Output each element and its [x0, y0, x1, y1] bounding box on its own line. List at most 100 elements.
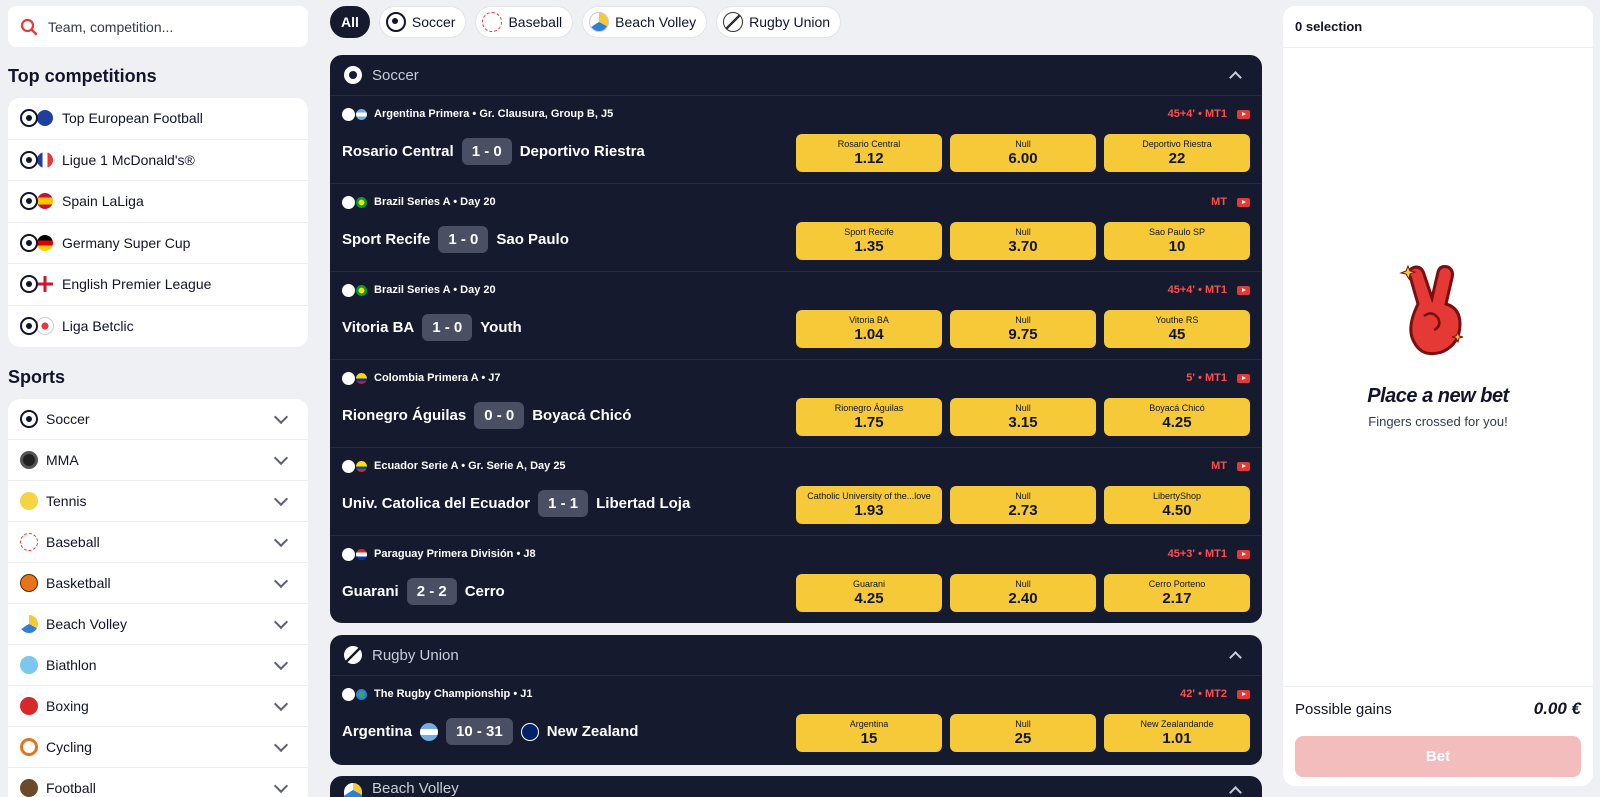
competition-name: Paraguay Primera División • J8	[374, 548, 536, 560]
search-box[interactable]	[8, 6, 308, 47]
sport-item-football[interactable]: Football	[8, 768, 308, 797]
sport-item-boxing[interactable]: Boxing	[8, 686, 308, 727]
sport-item-tennis[interactable]: Tennis	[8, 481, 308, 522]
chevron-down-icon[interactable]	[273, 532, 289, 547]
odd-button-draw[interactable]: Null 2.40	[950, 574, 1096, 612]
cycling-icon	[20, 738, 38, 756]
competition-label: English Premier League	[62, 276, 212, 293]
soccer-ball-icon	[20, 275, 38, 294]
sport-item-soccer[interactable]: Soccer	[8, 399, 308, 440]
chevron-down-icon[interactable]	[273, 696, 289, 711]
odd-button-away[interactable]: New Zealandande 1.01	[1104, 714, 1250, 752]
competition-item[interactable]: English Premier League	[8, 264, 308, 306]
spain-flag-icon	[36, 192, 54, 211]
competition-item[interactable]: Germany Super Cup	[8, 223, 308, 264]
odd-button-home[interactable]: Sport Recife 1.35	[796, 222, 942, 260]
beach-volley-section-header[interactable]: Beach Volley	[330, 776, 1262, 797]
score-badge: 0 - 0	[474, 402, 525, 429]
competition-item[interactable]: Spain LaLiga	[8, 181, 308, 223]
brazil-flag-icon	[355, 195, 368, 209]
event-row[interactable]: Argentina Primera • Gr. Clausura, Group …	[330, 96, 1262, 184]
event-row[interactable]: The Rugby Championship • J1 42' • MT2 Arg…	[330, 676, 1262, 764]
rugby-section-header[interactable]: Rugby Union	[330, 635, 1262, 676]
collapse-icon[interactable]	[1229, 651, 1242, 664]
paraguay-flag-icon	[355, 547, 368, 561]
chevron-down-icon[interactable]	[273, 409, 289, 424]
event-row[interactable]: Colombia Primera A • J7 5' • MT1 Rionegro…	[330, 360, 1262, 448]
odd-button-home[interactable]: Rionegro Águilas 1.75	[796, 398, 942, 436]
live-stream-icon[interactable]	[1237, 689, 1250, 699]
odd-button-away[interactable]: LibertyShop 4.50	[1104, 486, 1250, 524]
sport-item-mma[interactable]: MMA	[8, 440, 308, 481]
live-time: 45+4' • MT1	[1167, 108, 1227, 120]
competition-item[interactable]: Ligue 1 McDonald's®	[8, 140, 308, 181]
tennis-icon	[20, 492, 38, 510]
live-stream-icon[interactable]	[1237, 373, 1250, 383]
soccer-icon	[342, 371, 355, 385]
live-stream-icon[interactable]	[1237, 109, 1250, 119]
live-stream-icon[interactable]	[1237, 197, 1250, 207]
sport-item-biathlon[interactable]: Biathlon	[8, 645, 308, 686]
odd-button-home[interactable]: Guarani 4.25	[796, 574, 942, 612]
chevron-down-icon[interactable]	[273, 491, 289, 506]
odd-button-draw[interactable]: Null 9.75	[950, 310, 1096, 348]
odd-button-away[interactable]: Youthe RS 45	[1104, 310, 1250, 348]
odd-button-draw[interactable]: Null 2.73	[950, 486, 1096, 524]
filter-all[interactable]: All	[330, 6, 370, 38]
event-row[interactable]: Brazil Series A • Day 20 45+4' • MT1 Vito…	[330, 272, 1262, 360]
odd-button-away[interactable]: Cerro Porteno 2.17	[1104, 574, 1250, 612]
live-stream-icon[interactable]	[1237, 549, 1250, 559]
filter-beach-volley[interactable]: Beach Volley	[582, 6, 708, 38]
live-time: 45+4' • MT1	[1167, 284, 1227, 296]
filter-baseball[interactable]: Baseball	[475, 6, 574, 38]
collapse-icon[interactable]	[1229, 71, 1242, 84]
sport-item-baseball[interactable]: Baseball	[8, 522, 308, 563]
live-stream-icon[interactable]	[1237, 461, 1250, 471]
collapse-icon[interactable]	[1229, 786, 1242, 797]
england-flag-icon	[36, 275, 54, 294]
soccer-icon	[385, 12, 406, 32]
odd-button-draw[interactable]: Null 3.70	[950, 222, 1096, 260]
soccer-icon	[344, 66, 362, 84]
chevron-down-icon[interactable]	[273, 614, 289, 629]
event-row[interactable]: Paraguay Primera División • J8 45+3' • MT…	[330, 536, 1262, 623]
competition-label: Top European Football	[62, 110, 203, 127]
odd-button-home[interactable]: Catholic University of the...love 1.93	[796, 486, 942, 524]
sport-item-beach-volley[interactable]: Beach Volley	[8, 604, 308, 645]
chevron-down-icon[interactable]	[273, 778, 289, 793]
eu-flag-icon	[36, 109, 54, 128]
competition-item[interactable]: Liga Betclic	[8, 306, 308, 348]
competition-item[interactable]: Top European Football	[8, 98, 308, 140]
odd-button-home[interactable]: Rosario Central 1.12	[796, 134, 942, 172]
odd-button-away[interactable]: Deportivo Riestra 22	[1104, 134, 1250, 172]
home-team: Sport Recife	[342, 231, 431, 248]
event-row[interactable]: Brazil Series A • Day 20 MT Sport Recife 1…	[330, 184, 1262, 272]
score-badge: 1 - 1	[538, 490, 589, 517]
search-input[interactable]	[48, 18, 288, 35]
sport-item-basketball[interactable]: Basketball	[8, 563, 308, 604]
sport-item-cycling[interactable]: Cycling	[8, 727, 308, 768]
bet-button[interactable]: Bet	[1295, 736, 1581, 777]
odd-button-away[interactable]: Boyacá Chicó 4.25	[1104, 398, 1250, 436]
odd-button-away[interactable]: Sao Paulo SP 10	[1104, 222, 1250, 260]
filter-rugby-union[interactable]: Rugby Union	[716, 6, 842, 38]
event-row[interactable]: Ecuador Serie A • Gr. Serie A, Day 25 MT …	[330, 448, 1262, 536]
odd-button-draw[interactable]: Null 6.00	[950, 134, 1096, 172]
score-badge: 10 - 31	[446, 718, 513, 745]
soccer-section-header[interactable]: Soccer	[330, 55, 1262, 96]
odd-button-home[interactable]: Vitoria BA 1.04	[796, 310, 942, 348]
odd-button-draw[interactable]: Null 3.15	[950, 398, 1096, 436]
home-team: Argentina	[342, 723, 413, 740]
football-icon	[20, 779, 38, 797]
away-team: Deportivo Riestra	[519, 143, 645, 160]
live-stream-icon[interactable]	[1237, 285, 1250, 295]
filter-soccer[interactable]: Soccer	[378, 6, 467, 38]
top-competitions-title: Top competitions	[8, 66, 157, 86]
chevron-down-icon[interactable]	[273, 655, 289, 670]
live-time: 42' • MT2	[1180, 688, 1227, 700]
odd-button-home[interactable]: Argentina 15	[796, 714, 942, 752]
odd-button-draw[interactable]: Null 25	[950, 714, 1096, 752]
chevron-down-icon[interactable]	[273, 573, 289, 588]
chevron-down-icon[interactable]	[273, 450, 289, 465]
chevron-down-icon[interactable]	[273, 737, 289, 752]
